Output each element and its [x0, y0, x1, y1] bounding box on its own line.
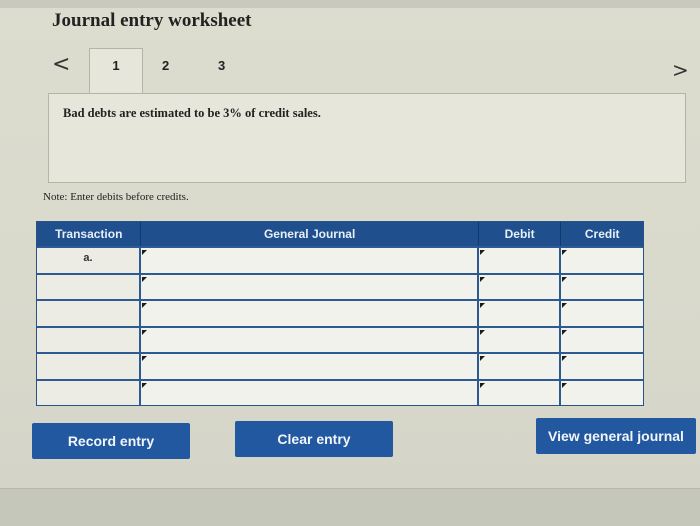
credit-field[interactable]	[561, 327, 643, 352]
record-entry-button[interactable]: Record entry	[32, 423, 190, 459]
dropdown-marker-icon	[142, 276, 147, 282]
dropdown-marker-icon	[480, 276, 485, 282]
account-field[interactable]	[141, 354, 479, 379]
dropdown-marker-icon	[562, 250, 567, 255]
dropdown-marker-icon	[142, 382, 147, 388]
dropdown-marker-icon	[480, 382, 485, 388]
header-debit: Debit	[479, 222, 562, 246]
credit-field[interactable]	[561, 301, 643, 326]
table-row	[37, 325, 643, 352]
dropdown-marker-icon	[142, 250, 147, 255]
account-field[interactable]	[141, 380, 479, 405]
dropdown-marker-icon	[480, 303, 485, 308]
dropdown-marker-icon	[142, 303, 147, 308]
tab-bar: < 1 2 3 >	[40, 46, 700, 95]
header-general-journal: General Journal	[141, 222, 479, 246]
worksheet-title: Journal entry worksheet	[52, 10, 252, 31]
account-field[interactable]	[141, 248, 479, 273]
dropdown-marker-icon	[480, 329, 485, 335]
debit-field[interactable]	[479, 354, 561, 379]
tab-3[interactable]: 3	[218, 58, 225, 73]
prev-arrow-icon[interactable]: <	[52, 52, 70, 77]
dropdown-marker-icon	[480, 356, 485, 361]
dropdown-marker-icon	[562, 382, 567, 388]
table-row	[37, 299, 643, 326]
transaction-cell	[37, 327, 141, 352]
dropdown-marker-icon	[480, 250, 485, 255]
tab-2[interactable]: 2	[162, 58, 169, 73]
dropdown-marker-icon	[142, 329, 147, 335]
credit-field[interactable]	[561, 248, 643, 273]
table-header-row: Transaction General Journal Debit Credit	[37, 222, 643, 246]
dropdown-marker-icon	[562, 276, 567, 282]
debit-field[interactable]	[479, 380, 561, 405]
transaction-label: a.	[83, 252, 93, 264]
debit-field[interactable]	[479, 327, 561, 352]
account-field[interactable]	[141, 327, 479, 352]
dropdown-marker-icon	[562, 303, 567, 308]
dropdown-marker-icon	[562, 356, 567, 361]
view-general-journal-button[interactable]: View general journal	[536, 418, 696, 454]
prompt-text: Bad debts are estimated to be 3% of cred…	[63, 106, 321, 120]
credit-field[interactable]	[561, 380, 643, 405]
dropdown-marker-icon	[142, 356, 147, 361]
bottom-strip	[0, 488, 700, 526]
tab-1[interactable]: 1	[89, 48, 143, 95]
transaction-cell	[37, 301, 141, 326]
table-row	[37, 378, 643, 405]
clear-entry-button[interactable]: Clear entry	[235, 421, 393, 457]
credit-field[interactable]	[561, 274, 643, 299]
header-credit: Credit	[584, 227, 620, 241]
next-arrow-icon[interactable]: >	[672, 58, 689, 82]
top-strip	[0, 0, 700, 8]
dropdown-marker-icon	[562, 329, 567, 335]
journal-table: Transaction General Journal Debit Credit…	[36, 221, 644, 406]
table-row: a.	[37, 246, 643, 273]
debit-field[interactable]	[479, 248, 561, 273]
table-row	[37, 352, 643, 379]
header-transaction: Transaction	[37, 222, 142, 246]
transaction-cell	[37, 380, 141, 405]
debit-field[interactable]	[479, 274, 561, 299]
prompt-box: Bad debts are estimated to be 3% of cred…	[48, 93, 686, 183]
table-body: a.	[37, 246, 643, 405]
debit-field[interactable]	[479, 301, 561, 326]
table-row	[37, 272, 643, 299]
transaction-cell	[37, 274, 141, 299]
account-field[interactable]	[141, 301, 479, 326]
account-field[interactable]	[141, 274, 479, 299]
transaction-cell	[37, 354, 141, 379]
credit-field[interactable]	[561, 354, 643, 379]
note-text: Note: Enter debits before credits.	[43, 191, 189, 203]
transaction-cell: a.	[37, 248, 141, 273]
